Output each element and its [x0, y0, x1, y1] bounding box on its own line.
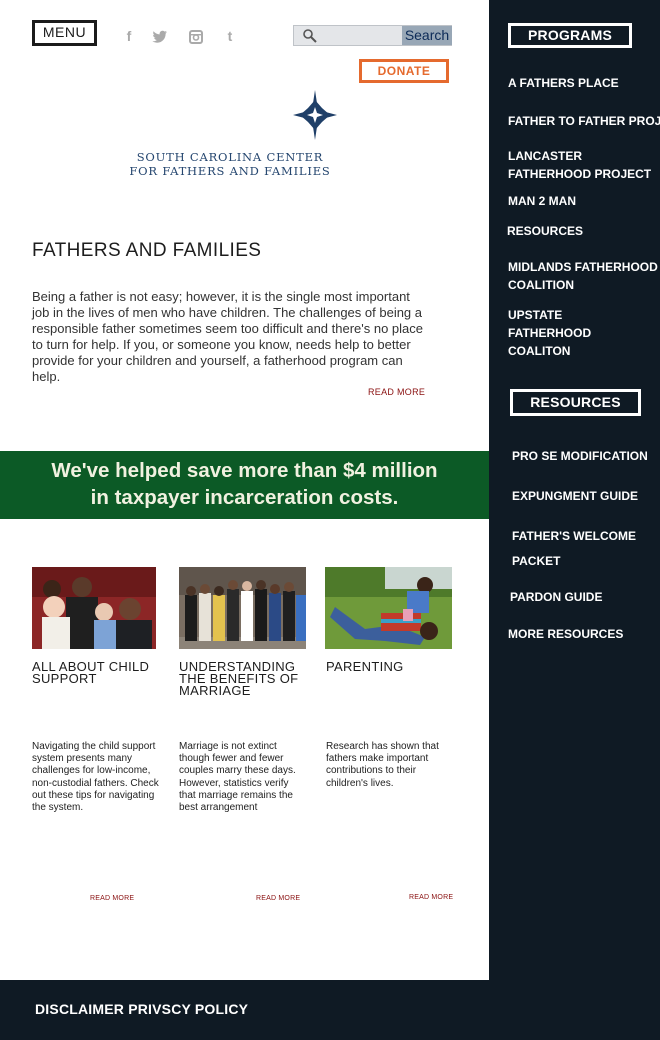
logo-line-2: FOR FATHERS AND FAMILIES	[129, 164, 331, 178]
resources-heading: RESOURCES	[510, 389, 641, 416]
sidebar-item-pro-se[interactable]: PRO SE MODIFICATION	[512, 447, 660, 465]
search-button[interactable]: Search	[402, 26, 452, 45]
logo-text: SOUTH CAROLINA CENTER FOR FATHERS AND FA…	[110, 150, 350, 178]
menu-button[interactable]: MENU	[32, 20, 97, 46]
sidebar-item-father-to-father[interactable]: FATHER TO FATHER PROJECT	[508, 112, 660, 130]
card-read-more-marriage[interactable]: READ MORE	[256, 895, 300, 902]
search-input[interactable]	[320, 26, 400, 45]
sidebar: PROGRAMS A FATHERS PLACE FATHER TO FATHE…	[489, 0, 660, 980]
programs-heading: PROGRAMS	[508, 23, 632, 48]
card-text-marriage: Marriage is not extinct though fewer and…	[179, 741, 296, 814]
sidebar-item-expungment[interactable]: EXPUNGMENT GUIDE	[512, 487, 660, 505]
marriage-benefits-photo[interactable]	[179, 567, 306, 649]
sidebar-item-lancaster[interactable]: LANCASTER FATHERHOOD PROJECT	[508, 147, 658, 183]
twitter-icon[interactable]	[152, 28, 168, 46]
card-read-more-child-support[interactable]: READ MORE	[90, 895, 134, 902]
savings-banner: We've helped save more than $4 million i…	[0, 451, 489, 519]
tumblr-icon[interactable]: t	[222, 28, 238, 46]
donate-label: DONATE	[362, 62, 446, 80]
search-bar: Search	[293, 25, 452, 46]
donate-button[interactable]: DONATE	[359, 59, 449, 83]
intro-text: Being a father is not easy; however, it …	[32, 289, 424, 384]
card-read-more-parenting[interactable]: READ MORE	[409, 894, 453, 901]
child-support-photo[interactable]	[32, 567, 156, 649]
page-title: FATHERS AND FAMILIES	[32, 240, 262, 261]
banner-line-1: We've helped save more than $4 million	[51, 459, 438, 482]
instagram-icon[interactable]	[188, 28, 204, 46]
card-title-marriage[interactable]: UNDERSTANDING THE BENEFITS OF MARRIAGE	[179, 660, 309, 697]
sidebar-item-midlands[interactable]: MIDLANDS FATHERHOOD COALITION	[508, 258, 658, 294]
footer: DISCLAIMER PRIVSCY POLICY	[0, 980, 660, 1040]
sidebar-item-man-2-man[interactable]: MAN 2 MAN	[508, 192, 660, 210]
facebook-icon[interactable]: f	[121, 28, 137, 46]
parenting-photo[interactable]	[325, 567, 452, 649]
sidebar-item-upstate[interactable]: UPSTATE FATHERHOOD COALITON	[508, 306, 648, 360]
intro-read-more-link[interactable]: READ MORE	[368, 387, 425, 397]
sidebar-item-resources[interactable]: RESOURCES	[507, 222, 660, 240]
banner-line-2: in taxpayer incarceration costs.	[90, 486, 399, 509]
sidebar-item-a-fathers-place[interactable]: A FATHERS PLACE	[508, 74, 660, 92]
search-icon	[303, 29, 317, 43]
logo-star-icon	[293, 90, 337, 140]
card-title-child-support[interactable]: ALL ABOUT CHILD SUPPORT	[32, 660, 162, 685]
footer-links[interactable]: DISCLAIMER PRIVSCY POLICY	[35, 1001, 248, 1017]
sidebar-item-pardon-guide[interactable]: PARDON GUIDE	[510, 588, 660, 606]
card-text-child-support: Navigating the child support system pres…	[32, 741, 159, 814]
sidebar-item-more-resources[interactable]: MORE RESOURCES	[508, 625, 660, 643]
sidebar-item-welcome-packet[interactable]: FATHER'S WELCOME PACKET	[512, 524, 642, 574]
logo-line-1: SOUTH CAROLINA CENTER	[136, 150, 324, 164]
card-title-parenting[interactable]: PARENTING	[326, 660, 456, 673]
card-text-parenting: Research has shown that fathers make imp…	[326, 741, 439, 789]
